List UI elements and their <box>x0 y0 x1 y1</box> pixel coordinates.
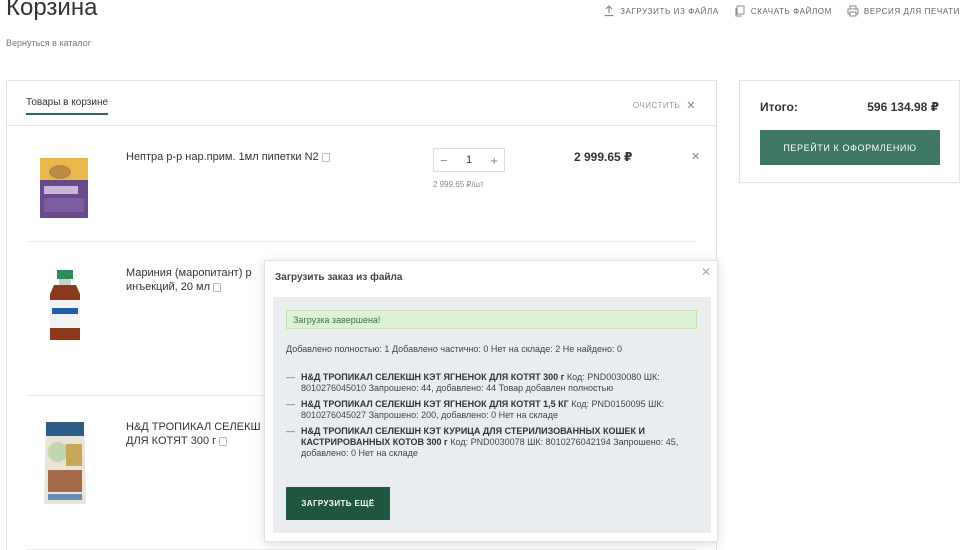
result-product: Н&Д ТРОПИКАЛ СЕЛЕКШН КЭТ ЯГНЕНОК ДЛЯ КОТ… <box>301 399 569 409</box>
product-name-text-line2: инъекций, 20 мл <box>126 281 210 293</box>
upload-icon <box>604 5 614 17</box>
print-version-label: ВЕРСИЯ ДЛЯ ПЕЧАТИ <box>863 6 960 16</box>
product-name-text-line2: ДЛЯ КОТЯТ 300 г <box>126 435 217 447</box>
copy-icon[interactable] <box>219 436 228 446</box>
product-name-text: Н&Д ТРОПИКАЛ СЕЛЕКШ <box>126 421 261 433</box>
product-image <box>44 422 86 504</box>
modal-title: Загрузить заказ из файла <box>275 272 403 283</box>
product-image <box>40 158 88 218</box>
download-file-button[interactable]: СКАЧАТЬ ФАЙЛОМ <box>734 5 832 17</box>
page-title: Корзина <box>6 0 98 21</box>
close-icon: ✕ <box>686 100 696 112</box>
upload-from-file-label: ЗАГРУЗИТЬ ИЗ ФАЙЛА <box>620 6 719 16</box>
success-message: Загрузка завершена! <box>286 310 697 329</box>
clear-cart-label: ОЧИСТИТЬ <box>632 101 681 110</box>
order-summary: Итого: 596 134.98 ₽ ПЕРЕЙТИ К ОФОРМЛЕНИЮ <box>739 80 960 183</box>
total-label: Итого: <box>760 100 798 114</box>
list-item: Н&Д ТРОПИКАЛ СЕЛЕКШН КЭТ ЯГНЕНОК ДЛЯ КОТ… <box>286 399 700 421</box>
unit-price: 2 999.65 ₽/шт <box>433 180 484 189</box>
minus-icon[interactable]: − <box>440 153 448 168</box>
upload-more-button[interactable]: ЗАГРУЗИТЬ ЕЩЁ <box>286 487 390 520</box>
product-name-text: Мариния (маропитант) р <box>126 267 252 279</box>
product-name[interactable]: Мариния (маропитант) р инъекций, 20 мл <box>126 266 271 294</box>
plus-icon[interactable]: + <box>490 153 498 168</box>
cart-page: Корзина Вернуться в каталог ЗАГРУЗИТЬ ИЗ… <box>0 0 974 550</box>
product-name[interactable]: Н&Д ТРОПИКАЛ СЕЛЕКШ ДЛЯ КОТЯТ 300 г <box>126 420 271 448</box>
upload-from-file-button[interactable]: ЗАГРУЗИТЬ ИЗ ФАЙЛА <box>603 5 719 17</box>
file-copy-icon <box>735 5 745 17</box>
modal-body: Загрузка завершена! Добавлено полностью:… <box>273 297 711 533</box>
item-total-price: 2 999.65 ₽ <box>574 150 633 164</box>
upload-stats: Добавлено полностью: 1 Добавлено частичн… <box>286 344 623 354</box>
cart-item: Нептра р-р нар.прим. 1мл пипетки N2 − 1 … <box>26 126 700 242</box>
copy-icon[interactable] <box>321 152 330 162</box>
upload-order-modal: Загрузить заказ из файла ✕ Загрузка заве… <box>264 260 718 542</box>
back-to-catalog-link[interactable]: Вернуться в каталог <box>6 38 91 48</box>
close-icon[interactable]: ✕ <box>701 265 711 279</box>
list-item: Н&Д ТРОПИКАЛ СЕЛЕКШН КЭТ ЯГНЕНОК ДЛЯ КОТ… <box>286 372 700 394</box>
product-name-text: Нептра р-р нар.прим. 1мл пипетки N2 <box>126 151 319 163</box>
product-image <box>50 270 80 340</box>
list-item: Н&Д ТРОПИКАЛ СЕЛЕКШН КЭТ КУРИЦА ДЛЯ СТЕР… <box>286 426 700 459</box>
clear-cart-button[interactable]: ОЧИСТИТЬ ✕ <box>633 99 696 112</box>
quantity-value: 1 <box>465 154 473 166</box>
product-name[interactable]: Нептра р-р нар.прим. 1мл пипетки N2 <box>126 150 341 164</box>
result-product: Н&Д ТРОПИКАЛ СЕЛЕКШН КЭТ ЯГНЕНОК ДЛЯ КОТ… <box>301 372 565 382</box>
top-actions: ЗАГРУЗИТЬ ИЗ ФАЙЛА СКАЧАТЬ ФАЙЛОМ ВЕРСИЯ… <box>603 5 960 17</box>
checkout-button[interactable]: ПЕРЕЙТИ К ОФОРМЛЕНИЮ <box>760 130 940 165</box>
download-file-label: СКАЧАТЬ ФАЙЛОМ <box>750 6 832 16</box>
printer-icon <box>847 5 859 17</box>
copy-icon[interactable] <box>213 282 221 292</box>
total-value: 596 134.98 ₽ <box>867 100 939 114</box>
print-version-button[interactable]: ВЕРСИЯ ДЛЯ ПЕЧАТИ <box>847 5 960 17</box>
tab-cart-items[interactable]: Товары в корзине <box>26 97 109 115</box>
remove-item-icon[interactable]: ✕ <box>691 150 700 163</box>
upload-results-list: Н&Д ТРОПИКАЛ СЕЛЕКШН КЭТ ЯГНЕНОК ДЛЯ КОТ… <box>286 372 700 464</box>
quantity-stepper[interactable]: − 1 + <box>433 148 505 172</box>
